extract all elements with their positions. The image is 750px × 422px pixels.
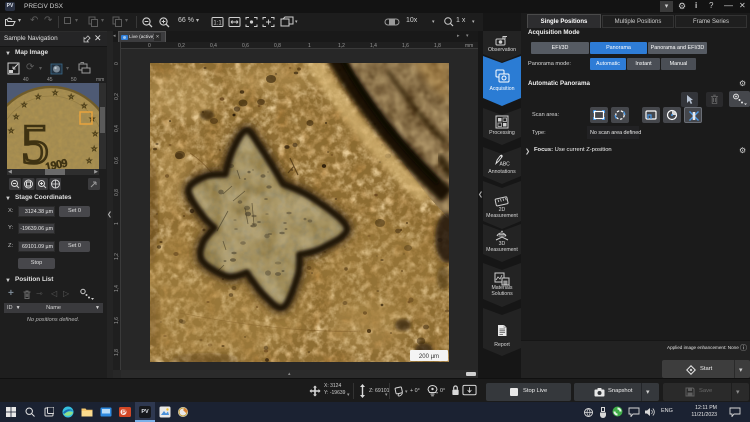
svg-text:1:1: 1:1 — [213, 21, 222, 27]
svg-text:☆: ☆ — [92, 130, 98, 138]
svg-text:☆: ☆ — [13, 113, 19, 121]
svg-text:☆: ☆ — [21, 101, 27, 109]
svg-text:☆: ☆ — [81, 102, 87, 110]
svg-text:200 µm: 200 µm — [419, 354, 439, 360]
svg-text:☆: ☆ — [91, 145, 97, 153]
svg-text:☆: ☆ — [35, 93, 41, 101]
svg-text:☆: ☆ — [86, 157, 92, 165]
svg-text:P: P — [122, 410, 126, 416]
svg-text:☆: ☆ — [8, 127, 14, 135]
svg-text:☆: ☆ — [68, 93, 74, 101]
svg-text:☆: ☆ — [52, 89, 58, 97]
svg-text:ABC: ABC — [500, 162, 511, 168]
